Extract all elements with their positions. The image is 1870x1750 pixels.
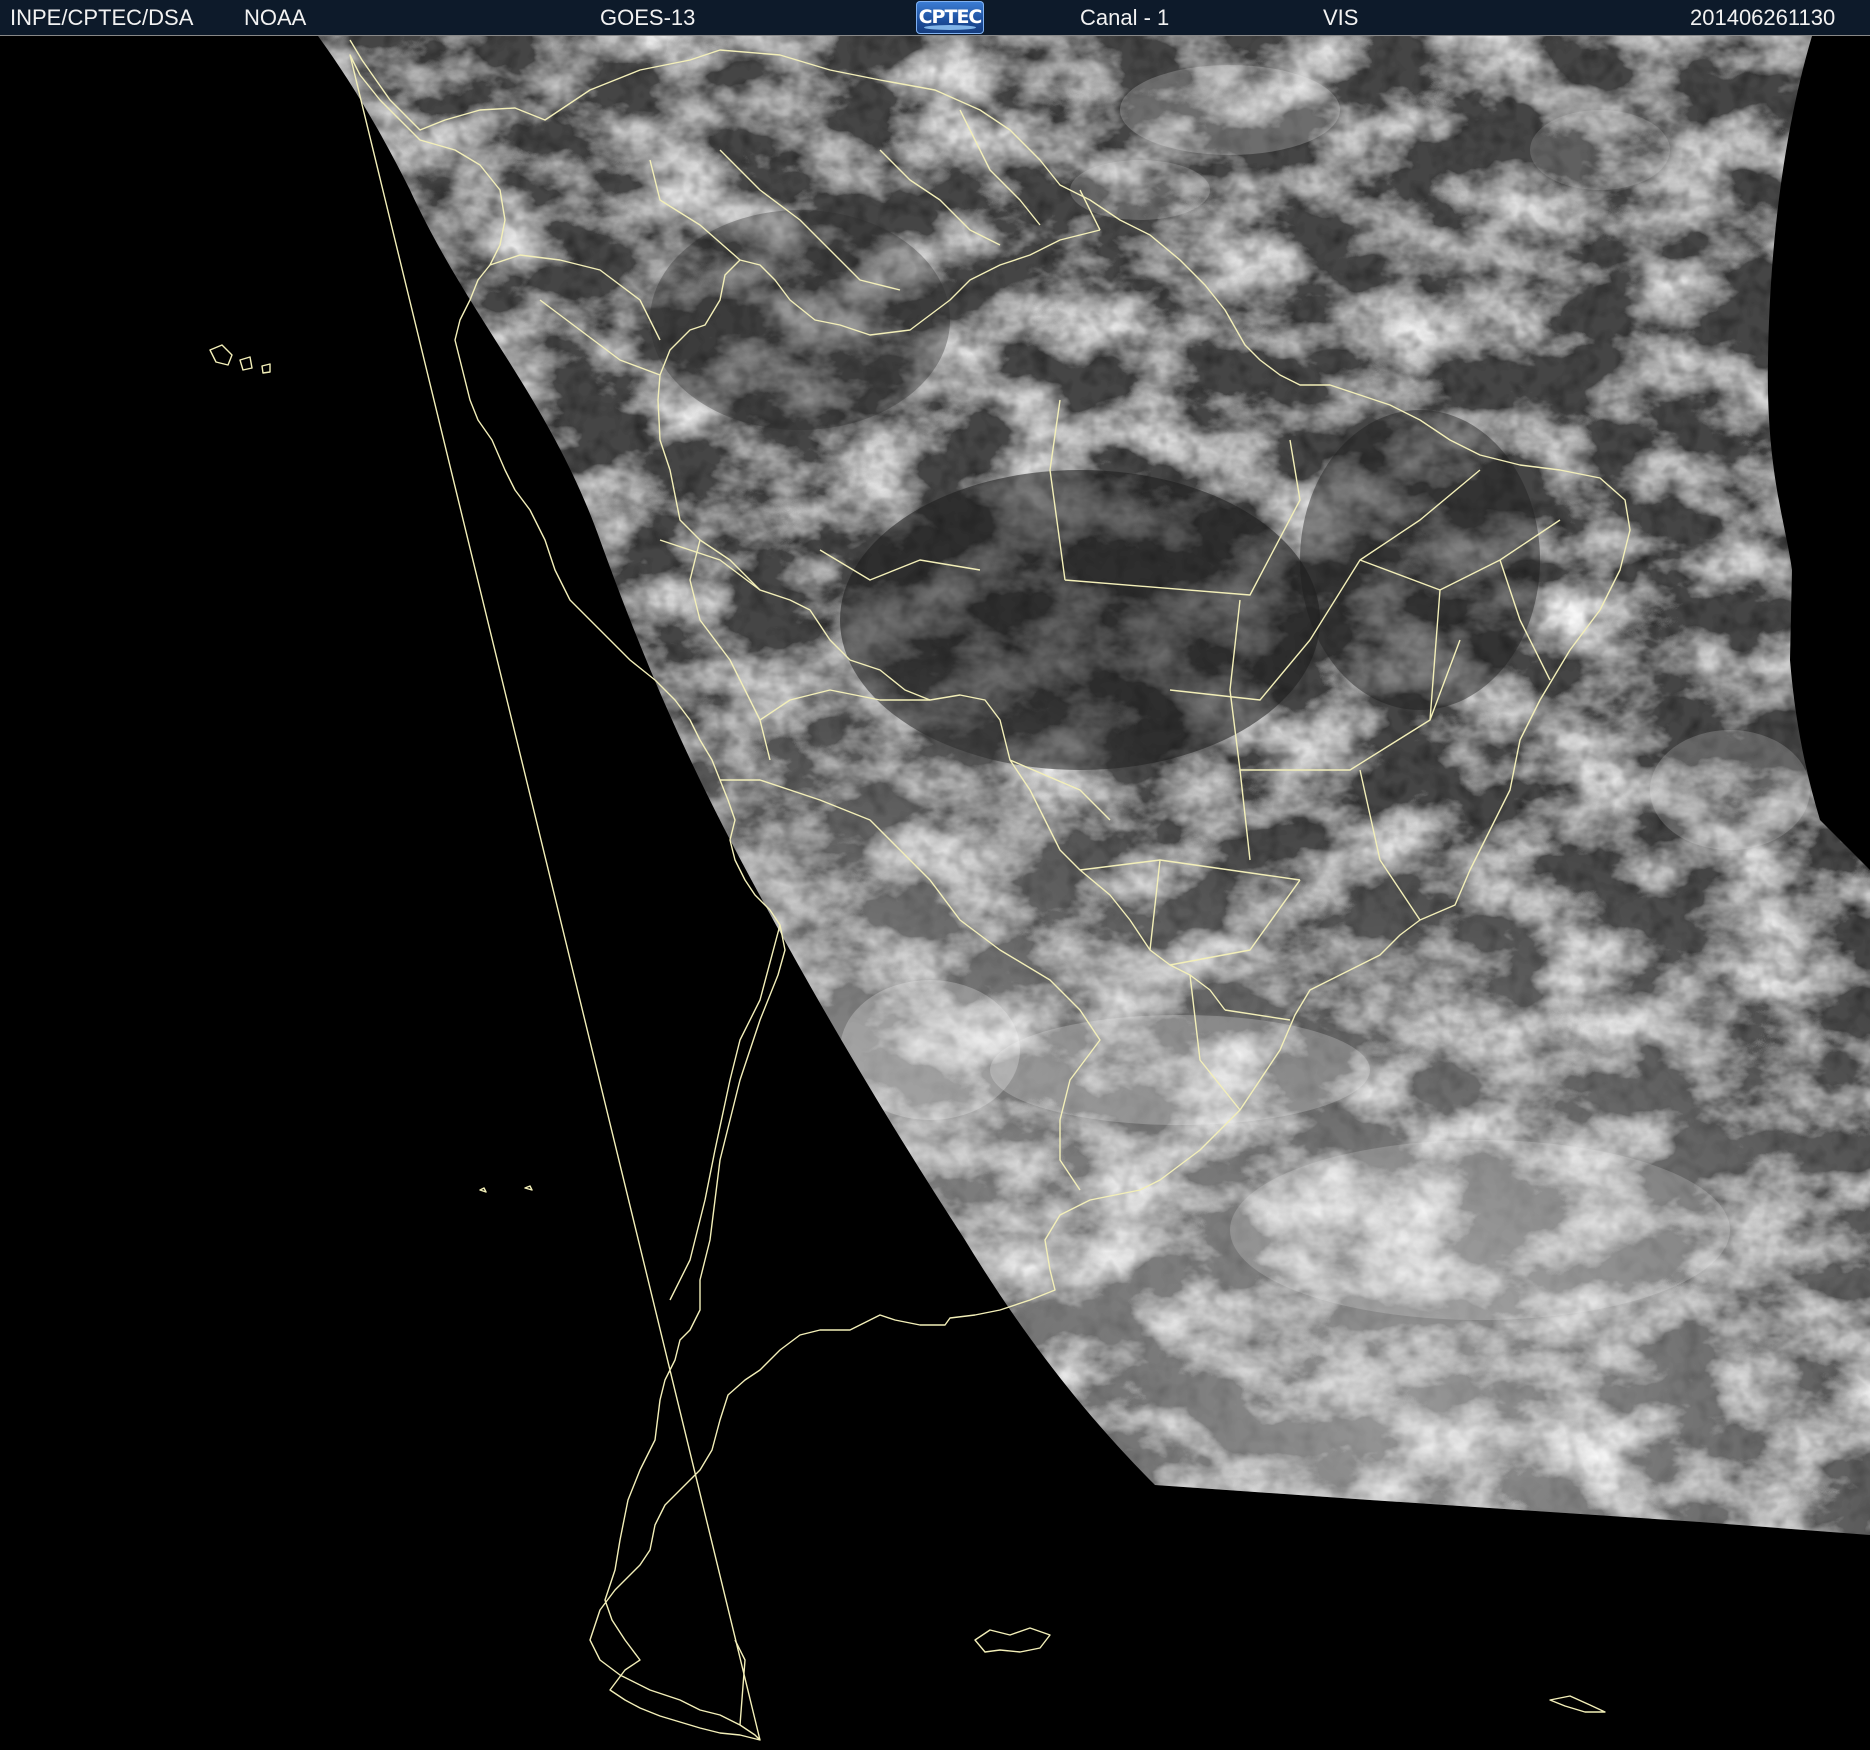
header-bar: INPE/CPTEC/DSA NOAA GOES-13 CPTEC Canal … <box>0 0 1870 36</box>
map-canvas <box>0 36 1870 1750</box>
satellite-label: GOES-13 <box>600 5 696 30</box>
agency-label: NOAA <box>244 5 307 30</box>
cptec-logo: CPTEC <box>916 1 984 34</box>
satellite-map <box>0 36 1870 1750</box>
institution-label: INPE/CPTEC/DSA <box>10 5 194 30</box>
band-label: VIS <box>1323 5 1359 30</box>
logo-swoosh <box>924 25 976 30</box>
timestamp-label: 201406261130 <box>1690 5 1836 30</box>
channel-label: Canal - 1 <box>1080 5 1170 30</box>
